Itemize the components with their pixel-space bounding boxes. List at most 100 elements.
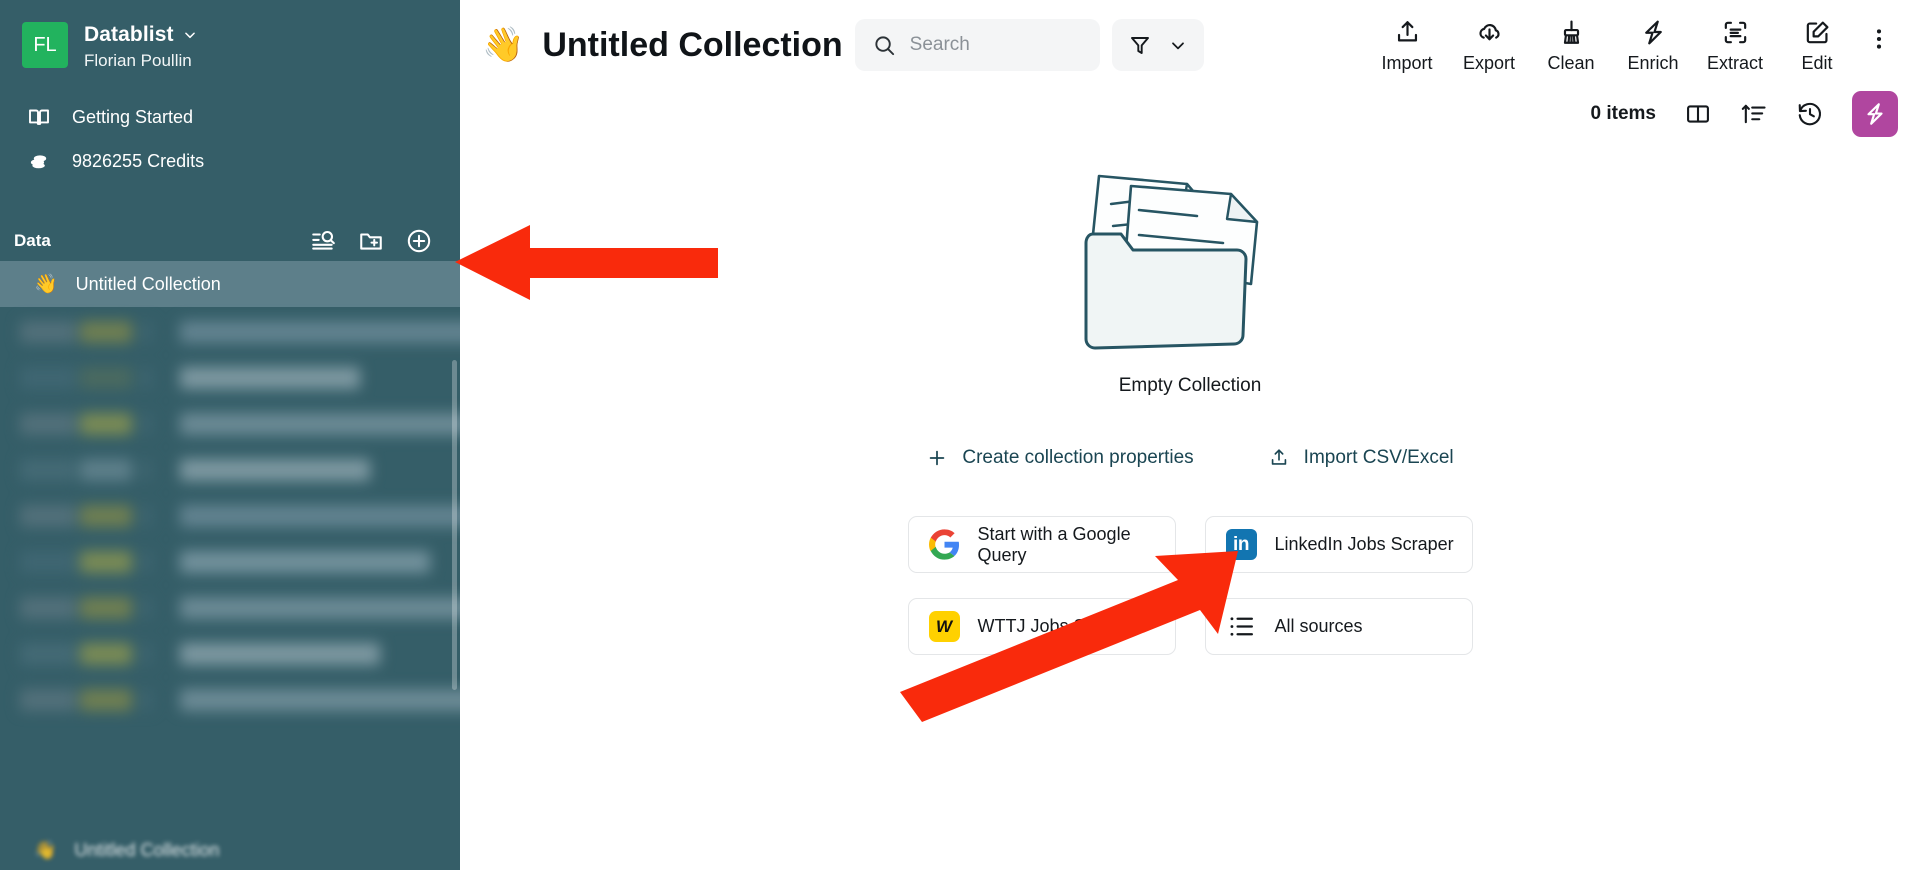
sidebar-item-untitled-collection-partial[interactable]: 👋 Untitled Collection [0, 830, 460, 870]
book-icon [26, 104, 52, 130]
redacted-chip [20, 321, 76, 343]
source-card-google-query[interactable]: Start with a Google Query [907, 516, 1176, 573]
source-card-all-sources[interactable]: All sources [1204, 598, 1473, 655]
redacted-chip [20, 367, 76, 389]
create-collection-properties-link[interactable]: Create collection properties [926, 447, 1194, 469]
wave-emoji-icon: 👋 [34, 839, 57, 860]
redacted-chip [140, 367, 152, 389]
sidebar-item-label: Getting Started [72, 106, 194, 127]
ai-actions-button[interactable] [1852, 91, 1898, 137]
redacted-chip [20, 643, 76, 665]
plus-icon [930, 450, 945, 466]
source-card-linkedin-jobs-scraper[interactable]: in LinkedIn Jobs Scraper [1204, 516, 1473, 573]
link-label: Import CSV/Excel [1303, 447, 1454, 468]
card-label: Start with a Google Query [977, 523, 1131, 565]
redacted-chip [180, 321, 460, 343]
tool-label: Extract [1706, 53, 1763, 73]
empty-folder-illustration [1084, 174, 1259, 350]
columns-icon[interactable] [1684, 100, 1712, 128]
sidebar-item-getting-started[interactable]: Getting Started [0, 95, 460, 139]
tool-label: Clean [1547, 53, 1595, 73]
org-name: Datablist [84, 23, 174, 46]
data-section-header: Data [0, 221, 460, 261]
list-icon [1230, 617, 1253, 636]
empty-state-links: Create collection properties Import CSV/… [926, 447, 1454, 469]
history-icon[interactable] [1796, 100, 1824, 128]
empty-state: Empty Collection Create collection prope… [460, 142, 1920, 655]
sidebar-scrollbar[interactable] [452, 360, 457, 690]
filter-button[interactable] [1111, 19, 1204, 71]
export-button[interactable]: Export [1448, 16, 1530, 74]
new-folder-icon[interactable] [358, 228, 384, 254]
collection-subbar: 0 items [460, 74, 1920, 137]
redacted-chip [80, 459, 132, 481]
redacted-list-item[interactable] [0, 585, 460, 631]
redacted-chip [140, 689, 152, 711]
sidebar-item-label: Untitled Collection [74, 839, 220, 860]
redacted-chip [180, 551, 430, 573]
avatar: FL [22, 22, 68, 68]
card-label: LinkedIn Jobs Scraper [1274, 534, 1454, 554]
wttj-logo: W [928, 611, 960, 642]
redacted-list-item[interactable] [0, 309, 460, 355]
clean-button[interactable]: Clean [1530, 16, 1612, 74]
redacted-chip [20, 597, 76, 619]
redacted-list-item[interactable] [0, 447, 460, 493]
search-input[interactable]: Search [854, 19, 1100, 71]
redacted-chip [80, 321, 132, 343]
app-root: FL Datablist Florian Poullin Getting Sta… [0, 0, 1920, 870]
redacted-chip [80, 367, 132, 389]
redacted-chip [20, 413, 76, 435]
redacted-chip [140, 597, 152, 619]
link-label: Create collection properties [962, 447, 1194, 468]
redacted-chip [80, 689, 132, 711]
chevron-down-icon [184, 32, 195, 39]
redacted-list-item[interactable] [0, 677, 460, 723]
redacted-collection-list[interactable] [0, 309, 460, 723]
org-switcher[interactable]: Datablist [84, 23, 197, 47]
redacted-chip [140, 413, 152, 435]
sidebar-item-untitled-collection[interactable]: 👋 Untitled Collection [0, 261, 460, 307]
wave-emoji-icon: 👋 [482, 26, 525, 64]
redacted-chip [180, 643, 380, 665]
sort-icon[interactable] [1740, 100, 1768, 128]
kebab-menu-icon[interactable] [1858, 16, 1900, 52]
toolbar-actions: Import Export Clean Enrich Extract Edit [1366, 16, 1900, 74]
import-button[interactable]: Import [1366, 16, 1448, 74]
redacted-list-item[interactable] [0, 493, 460, 539]
redacted-chip [20, 459, 76, 481]
items-count: 0 items [1590, 103, 1656, 124]
extract-button[interactable]: Extract [1694, 16, 1776, 74]
import-csv-excel-link[interactable]: Import CSV/Excel [1268, 447, 1454, 469]
add-collection-icon[interactable] [406, 228, 432, 254]
redacted-chip [20, 505, 76, 527]
redacted-chip [80, 597, 132, 619]
redacted-chip [180, 413, 460, 435]
toolbar: 👋 Untitled Collection Search Import Expo… [460, 0, 1920, 74]
redacted-list-item[interactable] [0, 631, 460, 677]
redacted-list-item[interactable] [0, 355, 460, 401]
redacted-list-item[interactable] [0, 401, 460, 447]
enrich-button[interactable]: Enrich [1612, 16, 1694, 74]
card-label: All sources [1274, 616, 1363, 636]
chevron-down-icon [1171, 42, 1184, 50]
redacted-chip [20, 551, 76, 573]
pencil-square-icon [1806, 21, 1828, 44]
page-title[interactable]: Untitled Collection [542, 26, 842, 65]
upload-icon [1271, 449, 1286, 465]
redacted-chip [80, 643, 132, 665]
broom-icon [1563, 20, 1579, 44]
redacted-chip [140, 505, 152, 527]
tool-label: Import [1381, 53, 1433, 73]
sidebar-item-credits[interactable]: 9826255 Credits [0, 139, 460, 183]
redacted-chip [180, 505, 460, 527]
sidebar: FL Datablist Florian Poullin Getting Sta… [0, 0, 460, 870]
redacted-list-item[interactable] [0, 539, 460, 585]
account-header[interactable]: FL Datablist Florian Poullin [0, 0, 460, 71]
linkedin-logo: in [1225, 529, 1257, 560]
search-placeholder: Search [909, 34, 970, 55]
data-section-label: Data [14, 231, 51, 250]
search-list-icon[interactable] [310, 228, 336, 254]
source-card-wttj-jobs-scraper[interactable]: W WTTJ Jobs Scraper [907, 598, 1176, 655]
edit-button[interactable]: Edit [1776, 16, 1858, 74]
